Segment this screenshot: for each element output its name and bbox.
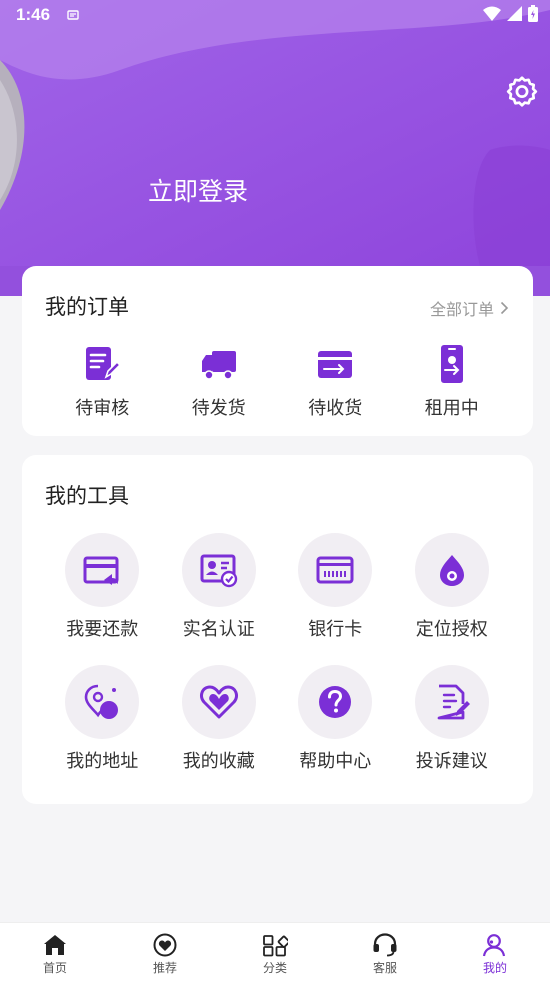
order-pending-review[interactable]: 待审核	[44, 344, 161, 420]
order-pending-shipment[interactable]: 待发货	[161, 344, 278, 420]
heart-icon	[199, 685, 238, 719]
feedback-icon	[437, 684, 470, 720]
headset-icon	[373, 933, 397, 957]
login-button[interactable]: 立即登录	[148, 172, 248, 208]
tools-title: 我的工具	[45, 484, 129, 508]
tool-label: 定位授权	[415, 619, 488, 640]
nav-profile[interactable]: 我的	[440, 923, 550, 984]
order-renting[interactable]: 租用中	[394, 344, 511, 420]
nav-category[interactable]: 分类	[220, 923, 330, 984]
order-label: 待收货	[308, 398, 363, 419]
settings-gear-icon[interactable]	[504, 74, 540, 110]
order-label: 待审核	[75, 398, 130, 419]
tool-repay[interactable]: 我要还款	[44, 533, 161, 641]
bottom-navigation: 首页 推荐 分类 客服 我的	[0, 922, 550, 984]
chevron-right-icon	[500, 301, 509, 315]
tool-label: 银行卡	[308, 619, 363, 640]
notification-icon	[66, 7, 80, 27]
location-icon	[439, 555, 464, 586]
status-bar: 1:46	[0, 0, 550, 32]
orders-title: 我的订单	[45, 295, 129, 319]
nav-label: 我的	[482, 961, 507, 975]
nav-label: 分类	[262, 961, 287, 975]
tool-feedback[interactable]: 投诉建议	[394, 665, 511, 773]
tool-help-center[interactable]: 帮助中心	[277, 665, 394, 773]
nav-label: 推荐	[152, 961, 177, 975]
tool-bank-card[interactable]: 银行卡	[277, 533, 394, 641]
bank-card-icon	[316, 556, 354, 584]
signal-icon	[507, 6, 522, 21]
truck-icon	[201, 351, 236, 380]
home-icon	[44, 935, 66, 955]
header-background	[0, 0, 550, 296]
nav-recommend[interactable]: 推荐	[110, 923, 220, 984]
all-orders-link[interactable]: 全部订单	[430, 296, 509, 320]
pending-review-icon	[86, 347, 122, 380]
receive-card-icon	[318, 351, 353, 378]
battery-icon	[528, 5, 538, 22]
recommend-icon	[153, 933, 177, 957]
order-label: 待发货	[191, 398, 246, 419]
tool-favorites[interactable]: 我的收藏	[161, 665, 278, 773]
tool-my-address[interactable]: 我的地址	[44, 665, 161, 773]
nav-customer-service[interactable]: 客服	[330, 923, 440, 984]
tool-id-verify[interactable]: 实名认证	[161, 533, 278, 641]
tool-label: 帮助中心	[299, 751, 372, 772]
id-verify-icon	[200, 554, 237, 588]
nav-home[interactable]: 首页	[0, 923, 110, 984]
tool-label: 我的地址	[66, 751, 139, 772]
tools-card: 我的工具 我要还款 实名认证 银行卡 定位授权 我的地址 我的收藏 帮助中心 投…	[22, 455, 533, 804]
phone-rent-icon	[440, 345, 463, 383]
address-icon	[84, 684, 119, 719]
status-time: 1:46	[16, 5, 51, 24]
tool-label: 我要还款	[66, 619, 139, 640]
help-icon	[319, 686, 352, 718]
tool-label: 实名认证	[182, 619, 255, 640]
tool-label: 投诉建议	[415, 751, 488, 772]
orders-card: 我的订单 全部订单 待审核 待发货 待收货 租用中	[22, 266, 533, 436]
order-pending-receipt[interactable]: 待收货	[277, 344, 394, 420]
category-icon	[263, 935, 288, 957]
tool-location-auth[interactable]: 定位授权	[394, 533, 511, 641]
wifi-icon	[483, 6, 501, 21]
repay-icon	[83, 556, 119, 585]
nav-label: 客服	[372, 961, 397, 975]
all-orders-label: 全部订单	[429, 300, 494, 319]
order-label: 租用中	[424, 398, 479, 419]
profile-icon	[482, 934, 506, 957]
nav-label: 首页	[42, 961, 67, 975]
tool-label: 我的收藏	[182, 751, 255, 772]
